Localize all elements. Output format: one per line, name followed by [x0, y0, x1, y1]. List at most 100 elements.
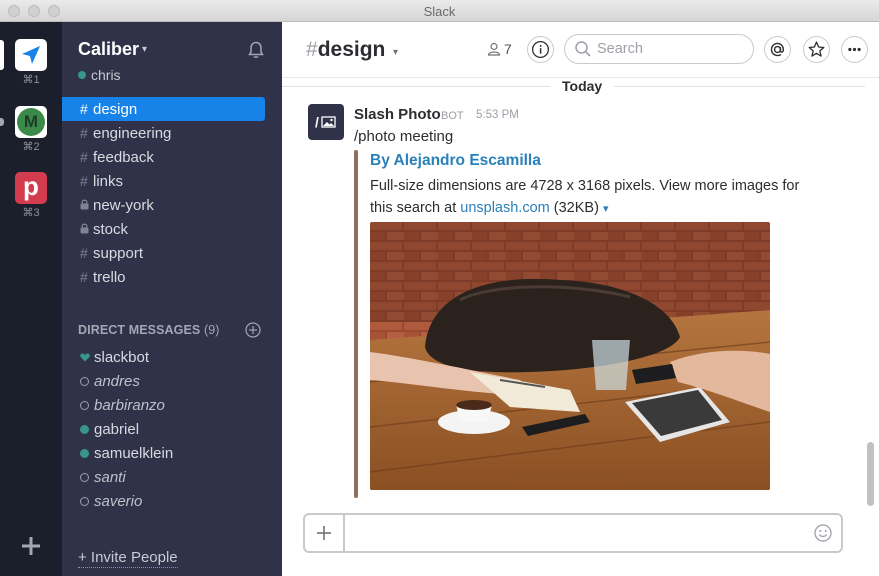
dm-label: slackbot — [94, 348, 150, 366]
heart-icon — [80, 353, 94, 362]
channel-title[interactable]: #design — [306, 38, 385, 62]
photo-icon: / — [315, 114, 336, 130]
dm-item-slackbot[interactable]: slackbot — [62, 345, 282, 369]
invite-people-link[interactable]: + Invite People — [78, 549, 178, 568]
channel-item-stock[interactable]: stock — [62, 217, 265, 241]
avatar-slash: / — [315, 114, 319, 130]
message-text: /photo meeting — [354, 128, 454, 145]
team-2-unread-indicator — [0, 118, 4, 126]
attachment-size: (32KB) — [549, 200, 599, 216]
current-user[interactable]: chris — [78, 67, 121, 83]
dm-item-samuelklein[interactable]: samuelklein — [62, 441, 282, 465]
channel-label: feedback — [93, 148, 154, 166]
at-sign-icon — [770, 42, 785, 57]
window-title: Slack — [423, 4, 456, 19]
dm-label: gabriel — [94, 420, 140, 438]
channel-label: links — [93, 172, 124, 190]
team-name-menu[interactable]: Caliber — [78, 39, 139, 60]
bell-icon[interactable] — [246, 40, 266, 60]
hash-icon: # — [80, 149, 88, 165]
attachment-photo[interactable] — [370, 222, 770, 490]
channel-header: #design ▾ 7 Search — [282, 22, 879, 78]
dm-item-andres[interactable]: andres — [62, 369, 282, 393]
starred-items-button[interactable] — [803, 36, 830, 63]
star-icon — [808, 41, 825, 57]
attachment-description: Full-size dimensions are 4728 x 3168 pix… — [370, 175, 820, 220]
search-placeholder: Search — [597, 41, 643, 57]
dm-label: barbiranzo — [94, 396, 165, 414]
team-1-button[interactable] — [15, 39, 47, 71]
channel-label: stock — [93, 220, 129, 238]
channel-list: # design # engineering # feedback # links ne… — [62, 97, 282, 289]
member-count-button[interactable]: 7 — [487, 41, 512, 57]
team-1-shortcut: ⌘1 — [22, 74, 40, 86]
message-timestamp[interactable]: 5:53 PM — [476, 109, 519, 121]
team-3-button[interactable]: p — [15, 171, 47, 204]
message-scrollbar[interactable] — [867, 442, 874, 506]
search-icon — [575, 41, 591, 57]
more-horizontal-icon — [848, 47, 861, 52]
team-2-letter: M — [23, 112, 39, 131]
dm-label: saverio — [94, 492, 143, 510]
team-2-shortcut: ⌘2 — [22, 141, 40, 153]
hash-icon: # — [80, 173, 88, 189]
current-user-name: chris — [91, 67, 121, 83]
dm-label: andres — [94, 372, 140, 390]
unsplash-link[interactable]: unsplash.com — [460, 200, 549, 216]
avatar[interactable]: / — [308, 104, 344, 140]
direct-messages-header[interactable]: DIRECT MESSAGES (9) — [78, 323, 220, 337]
dm-item-barbiranzo[interactable]: barbiranzo — [62, 393, 282, 417]
search-input[interactable]: Search — [564, 34, 754, 64]
dm-item-gabriel[interactable]: gabriel — [62, 417, 282, 441]
channel-label: trello — [93, 268, 126, 286]
dm-label: samuelklein — [94, 444, 174, 462]
add-attachment-button[interactable] — [305, 515, 345, 551]
dm-label: santi — [94, 468, 126, 486]
message-sender[interactable]: Slash Photo — [354, 106, 441, 123]
team-3-shortcut: ⌘3 — [22, 207, 40, 219]
chevron-down-icon[interactable]: ▾ — [142, 44, 147, 55]
channel-item-support[interactable]: # support — [62, 241, 265, 265]
plus-icon — [317, 526, 331, 540]
window-titlebar: Slack — [0, 0, 879, 22]
dm-item-santi[interactable]: santi — [62, 465, 282, 489]
person-icon — [487, 42, 501, 56]
caret-down-icon[interactable]: ▾ — [603, 203, 609, 215]
member-count: 7 — [504, 41, 512, 57]
attachment-title-link[interactable]: By Alejandro Escamilla — [370, 152, 541, 170]
navigation-arrow-icon — [22, 46, 40, 64]
channel-item-engineering[interactable]: # engineering — [62, 121, 265, 145]
add-direct-message-icon[interactable] — [245, 322, 261, 338]
emoji-icon[interactable] — [813, 523, 833, 543]
lock-icon — [80, 197, 93, 213]
info-icon — [531, 40, 550, 59]
hash-icon: # — [80, 245, 88, 261]
day-divider-label: Today — [550, 78, 615, 94]
presence-online-icon — [80, 424, 89, 434]
message-pane: #design ▾ 7 Search Today / Slash Photo B… — [282, 22, 879, 576]
active-team-indicator — [0, 40, 4, 70]
dm-item-saverio[interactable]: saverio — [62, 489, 282, 513]
chevron-down-icon[interactable]: ▾ — [393, 47, 398, 58]
channel-item-trello[interactable]: # trello — [62, 265, 265, 289]
presence-away-icon — [80, 400, 89, 410]
team-2-logo-icon: M — [17, 108, 45, 136]
message-composer[interactable] — [303, 513, 843, 553]
hash-icon: # — [80, 125, 88, 141]
team-2-button[interactable]: M — [15, 106, 47, 138]
channel-sidebar: Caliber ▾ chris # design # engineering # fe… — [62, 22, 282, 576]
channel-item-new-york[interactable]: new-york — [62, 193, 265, 217]
dm-header-label: DIRECT MESSAGES — [78, 323, 201, 337]
mentions-button[interactable] — [764, 36, 791, 63]
presence-away-icon — [80, 472, 89, 482]
meeting-photo-image — [370, 222, 770, 490]
channel-item-design[interactable]: # design — [62, 97, 265, 121]
more-options-button[interactable] — [841, 36, 868, 63]
channel-item-feedback[interactable]: # feedback — [62, 145, 265, 169]
dm-count: (9) — [203, 323, 220, 337]
channel-item-links[interactable]: # links — [62, 169, 265, 193]
channel-label: design — [93, 100, 138, 118]
presence-online-icon — [80, 448, 89, 458]
channel-info-button[interactable] — [527, 36, 554, 63]
add-team-icon[interactable] — [19, 534, 43, 558]
